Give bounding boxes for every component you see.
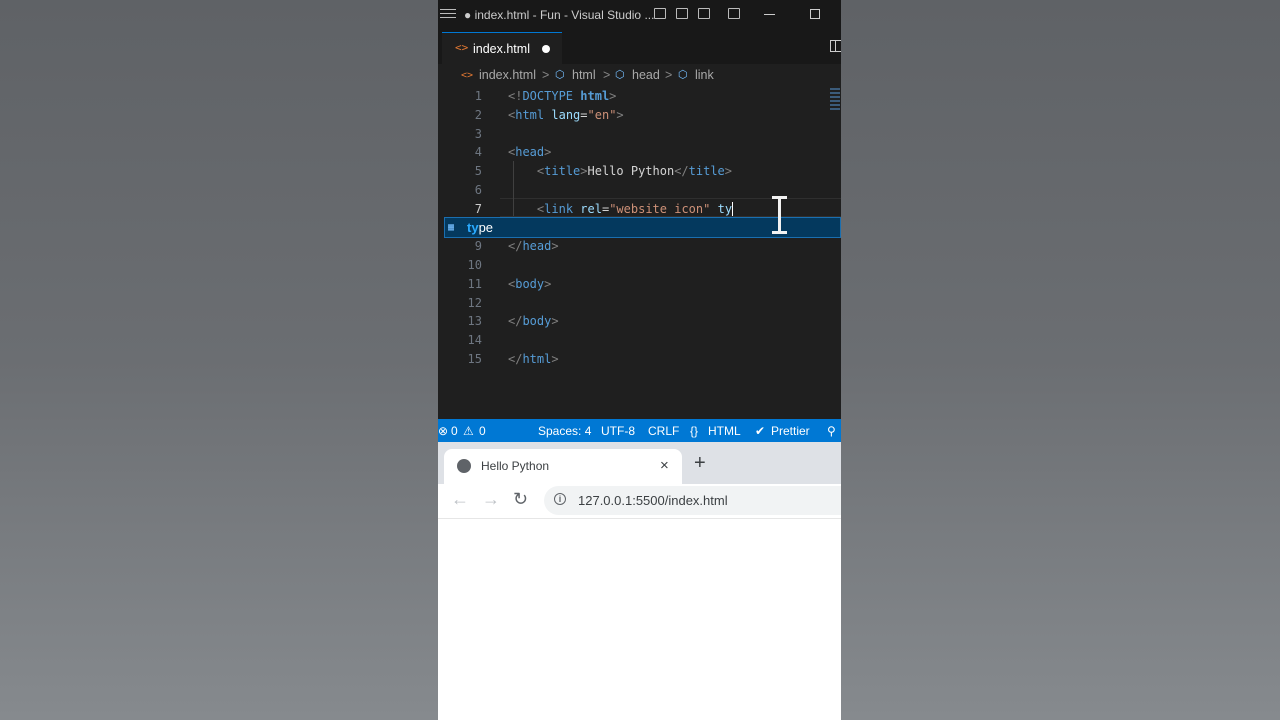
- line-number: 7: [474, 202, 482, 216]
- toggle-primary-sidebar-icon[interactable]: [654, 8, 666, 19]
- breadcrumb-html[interactable]: html: [572, 68, 596, 82]
- breadcrumb-separator: >: [665, 68, 673, 82]
- customize-layout-icon[interactable]: [728, 8, 740, 19]
- attribute-icon: ▦: [448, 222, 455, 233]
- window-title: ● index.html - Fun - Visual Studio ...: [464, 8, 655, 22]
- tab-label: index.html: [473, 42, 530, 56]
- code-line: <!DOCTYPE html>: [508, 89, 617, 103]
- code-editor[interactable]: 1 2 3 4 5 6 7 9 10 11 12 13 14 15 <!DOCT…: [438, 86, 841, 419]
- code-line: <title>Hello Python</title>: [536, 164, 733, 178]
- indentation-status[interactable]: Spaces: 4: [538, 424, 591, 438]
- breadcrumb-file[interactable]: index.html: [479, 68, 536, 82]
- toggle-secondary-sidebar-icon[interactable]: [698, 8, 710, 19]
- error-count[interactable]: 0: [451, 424, 458, 438]
- address-url[interactable]: 127.0.0.1:5500/index.html: [578, 493, 728, 508]
- element-icon: ⬡: [615, 69, 625, 81]
- screen-panel: ● index.html - Fun - Visual Studio ... <…: [438, 0, 841, 720]
- line-number: 4: [474, 145, 482, 159]
- feedback-icon[interactable]: ⚲: [827, 424, 836, 438]
- line-number: 11: [467, 277, 482, 291]
- close-tab-icon[interactable]: ×: [660, 457, 669, 474]
- maximize-icon[interactable]: [810, 9, 820, 19]
- text-cursor-icon: [771, 196, 789, 234]
- breadcrumb: <> index.html > ⬡ html > ⬡ head > ⬡ link: [438, 64, 841, 86]
- breadcrumb-separator: >: [603, 68, 611, 82]
- minimap[interactable]: [830, 88, 840, 118]
- line-number: 14: [467, 333, 482, 347]
- line-number: 12: [467, 296, 482, 310]
- vscode-window: ● index.html - Fun - Visual Studio ... <…: [438, 0, 841, 442]
- breadcrumb-separator: >: [542, 68, 550, 82]
- line-number: 10: [467, 258, 482, 272]
- line-number: 1: [474, 89, 482, 103]
- prettier-status[interactable]: Prettier: [771, 424, 810, 438]
- browser-tab-strip: Hello Python × +: [438, 442, 841, 484]
- code-line: <html lang="en">: [508, 108, 624, 122]
- minimize-icon[interactable]: [764, 14, 775, 15]
- warning-count[interactable]: 0: [479, 424, 486, 438]
- eol-status[interactable]: CRLF: [648, 424, 679, 438]
- address-bar[interactable]: i 127.0.0.1:5500/index.html: [544, 486, 841, 515]
- html-file-icon: <>: [455, 41, 469, 54]
- reload-icon[interactable]: ↻: [513, 489, 528, 510]
- line-number: 3: [474, 127, 482, 141]
- title-bar: ● index.html - Fun - Visual Studio ...: [438, 0, 841, 30]
- code-line: </html>: [508, 352, 559, 366]
- check-icon: ✔: [755, 424, 766, 438]
- code-line: <body>: [508, 277, 552, 291]
- line-number: 15: [467, 352, 482, 366]
- encoding-status[interactable]: UTF-8: [601, 424, 635, 438]
- line-number: 9: [474, 239, 482, 253]
- browser-window: Hello Python × + ← → ↻ i 127.0.0.1:5500/…: [438, 442, 841, 720]
- status-bar: ⊗ 0 ⚠ 0 Spaces: 4 UTF-8 CRLF {} HTML ✔ P…: [438, 419, 841, 442]
- element-icon: ⬡: [678, 69, 688, 81]
- suggestion-label: type: [467, 220, 494, 235]
- forward-icon[interactable]: →: [482, 489, 500, 510]
- code-line: </body>: [508, 314, 559, 328]
- toggle-panel-icon[interactable]: [676, 8, 688, 19]
- warnings-icon[interactable]: ⚠: [463, 424, 474, 438]
- element-icon: ⬡: [555, 69, 565, 81]
- language-braces-icon: {}: [690, 424, 699, 438]
- browser-tab[interactable]: Hello Python ×: [444, 449, 682, 484]
- globe-icon: [457, 459, 471, 473]
- split-editor-icon[interactable]: [830, 40, 841, 52]
- language-status[interactable]: HTML: [708, 424, 741, 438]
- unsaved-dot-icon[interactable]: [542, 45, 550, 53]
- browser-toolbar: ← → ↻ i 127.0.0.1:5500/index.html: [438, 484, 841, 519]
- errors-icon[interactable]: ⊗: [438, 424, 448, 438]
- html-file-icon: <>: [461, 70, 474, 81]
- tab-index-html[interactable]: <> index.html: [442, 32, 562, 64]
- line-number: 6: [474, 183, 482, 197]
- new-tab-button[interactable]: +: [694, 452, 706, 475]
- code-line: </head>: [508, 239, 559, 253]
- code-line: <link rel="website icon" ty: [536, 202, 734, 216]
- code-line: <head>: [508, 145, 552, 159]
- line-number: 2: [474, 108, 482, 122]
- breadcrumb-head[interactable]: head: [632, 68, 660, 82]
- editor-tab-bar: <> index.html: [438, 30, 841, 64]
- breadcrumb-link[interactable]: link: [695, 68, 714, 82]
- site-info-icon[interactable]: i: [554, 493, 566, 505]
- browser-tab-title: Hello Python: [481, 459, 550, 473]
- line-number: 5: [474, 164, 482, 178]
- back-icon[interactable]: ←: [451, 489, 469, 510]
- line-number: 13: [467, 314, 482, 328]
- menu-icon[interactable]: [440, 9, 456, 21]
